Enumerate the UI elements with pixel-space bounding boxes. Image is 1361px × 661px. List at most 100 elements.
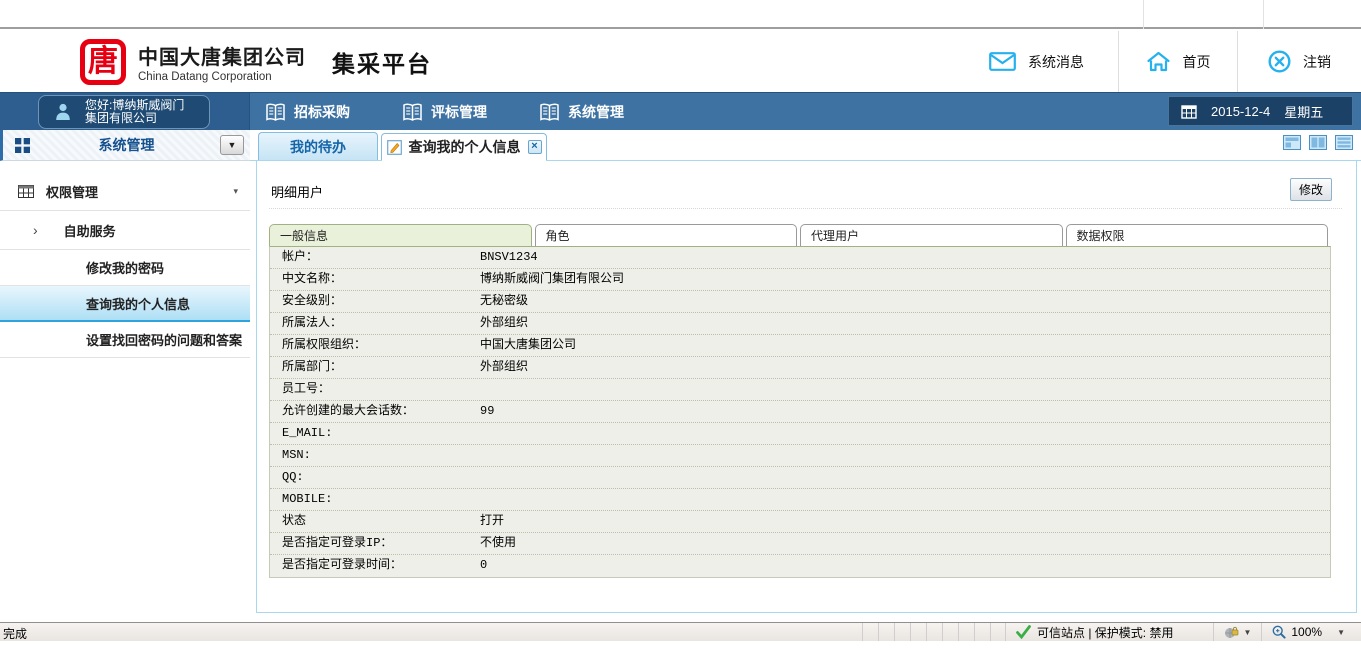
system-messages-link[interactable]: 系统消息 xyxy=(955,31,1118,92)
tab-my-todo[interactable]: 我的待办 xyxy=(258,132,378,160)
company-name-cn: 中国大唐集团公司 xyxy=(138,41,306,70)
form-row-account: 帐户：BNSV1234 xyxy=(270,247,1330,269)
form-row-msn: MSN: xyxy=(270,445,1330,467)
field-label: 帐户： xyxy=(270,247,480,268)
weekday-value: 星期五 xyxy=(1284,102,1323,121)
security-zone-status: 可信站点 | 保护模式: 禁用 xyxy=(1016,624,1173,641)
app-window: 唐 中国大唐集团公司 China Datang Corporation 集采平台… xyxy=(0,0,1361,661)
zoom-level: 100% xyxy=(1291,625,1322,639)
status-right-section: 可信站点 | 保护模式: 禁用 ▼ 100% ▼ xyxy=(862,623,1357,641)
journal-icon xyxy=(539,103,560,122)
field-value: 中国大唐集团公司 xyxy=(480,335,1330,356)
field-value: 外部组织 xyxy=(480,313,1330,334)
brand-text: 中国大唐集团公司 China Datang Corporation xyxy=(138,41,306,83)
field-value xyxy=(480,423,1330,444)
magnifier-icon xyxy=(1272,625,1286,639)
field-value: 0 xyxy=(480,555,1330,577)
form-tab-general-info[interactable]: 一般信息 xyxy=(269,224,532,247)
form-tab-roles[interactable]: 角色 xyxy=(535,224,798,247)
layout-columns-icon[interactable] xyxy=(1309,135,1327,150)
browser-status-bar: 完成 可信站点 | 保护模式: 禁用 ▼ 100% ▼ xyxy=(0,622,1361,641)
sidebar-item-change-password[interactable]: 修改我的密码 xyxy=(0,250,250,286)
tab-my-todo-label: 我的待办 xyxy=(290,137,346,157)
status-cell xyxy=(958,623,974,641)
field-label: 所属部门： xyxy=(270,357,480,378)
logout-link[interactable]: 注销 xyxy=(1237,31,1361,92)
nav-menu-bidding[interactable]: 招标采购 xyxy=(265,102,350,122)
tabs-area: 我的待办 查询我的个人信息 × xyxy=(250,130,1361,161)
tab-row: 系统管理 ▼ 我的待办 查询我的个人信息 × xyxy=(0,130,1361,161)
user-greeting-box[interactable]: 您好:博纳斯威阀门 集团有限公司 xyxy=(38,95,210,129)
layout-rows-icon[interactable] xyxy=(1335,135,1353,150)
field-value xyxy=(480,379,1330,400)
caret-down-icon: ▼ xyxy=(228,140,237,150)
form-row-status: 状态打开 xyxy=(270,511,1330,533)
layout-switcher xyxy=(1283,135,1353,150)
user-icon xyxy=(55,103,71,121)
nav-menu-bidding-label: 招标采购 xyxy=(294,102,350,122)
sidebar-item-password-recovery[interactable]: 设置找回密码的问题和答案 xyxy=(0,322,250,358)
field-value: 99 xyxy=(480,401,1330,422)
sidebar-item-label: 设置找回密码的问题和答案 xyxy=(86,330,242,349)
field-label: 员工号： xyxy=(270,379,480,400)
user-detail-form: 帐户：BNSV1234 中文名称：博纳斯威阀门集团有限公司 安全级别：无秘密级 … xyxy=(269,246,1331,578)
field-label: 中文名称： xyxy=(270,269,480,290)
caret-down-icon: ▼ xyxy=(1243,628,1251,637)
form-row-chinese-name: 中文名称：博纳斯威阀门集团有限公司 xyxy=(270,269,1330,291)
form-tab-data-permissions[interactable]: 数据权限 xyxy=(1066,224,1329,247)
sidebar-item-view-profile[interactable]: 查询我的个人信息 xyxy=(0,286,250,322)
journal-icon xyxy=(402,103,423,122)
chevron-right-icon: › xyxy=(33,222,38,238)
tab-close-button[interactable]: × xyxy=(528,140,542,154)
company-name-en: China Datang Corporation xyxy=(138,71,306,83)
status-cell xyxy=(878,623,894,641)
status-cell xyxy=(990,623,1006,641)
globe-lock-icon xyxy=(1224,626,1239,639)
nav-menus: 招标采购 评标管理 系统管理 xyxy=(265,93,624,131)
form-row-department: 所属部门：外部组织 xyxy=(270,357,1330,379)
nav-menu-evaluation-label: 评标管理 xyxy=(431,102,487,122)
field-value: BNSV1234 xyxy=(480,247,1330,268)
main-navbar: 您好:博纳斯威阀门 集团有限公司 招标采购 评标管理 系统管理 2015-12-… xyxy=(0,92,1361,130)
sidebar-collapse-button[interactable]: ▼ xyxy=(220,135,244,155)
form-row-legal-entity: 所属法人：外部组织 xyxy=(270,313,1330,335)
modify-button[interactable]: 修改 xyxy=(1290,178,1332,201)
home-link[interactable]: 首页 xyxy=(1118,31,1237,92)
sidebar-item-self-service[interactable]: › 自助服务 xyxy=(0,211,250,250)
field-value: 打开 xyxy=(480,511,1330,532)
sidebar-item-permission-mgmt[interactable]: 权限管理 ▾ xyxy=(0,172,250,211)
sidebar-item-label: 查询我的个人信息 xyxy=(86,294,190,313)
field-label: 是否指定可登录时间： xyxy=(270,555,480,577)
security-zone-text: 可信站点 | 保护模式: 禁用 xyxy=(1037,624,1173,641)
form-tab-proxy-users[interactable]: 代理用户 xyxy=(800,224,1063,247)
nav-menu-evaluation[interactable]: 评标管理 xyxy=(402,102,487,122)
zoom-dropdown[interactable]: 100% ▼ xyxy=(1262,625,1357,639)
status-cell xyxy=(910,623,926,641)
tab-my-profile[interactable]: 查询我的个人信息 × xyxy=(381,133,547,161)
field-value: 无秘密级 xyxy=(480,291,1330,312)
field-value xyxy=(480,467,1330,488)
field-label: 允许创建的最大会话数： xyxy=(270,401,480,422)
field-value xyxy=(480,445,1330,466)
field-label: E_MAIL: xyxy=(270,423,480,444)
header-links: 系统消息 首页 注销 xyxy=(955,31,1361,92)
logout-label: 注销 xyxy=(1303,52,1331,72)
system-messages-label: 系统消息 xyxy=(1028,52,1084,72)
sidebar-header[interactable]: 系统管理 ▼ xyxy=(0,130,250,161)
status-done-label: 完成 xyxy=(3,625,27,642)
zone-dropdown[interactable]: ▼ xyxy=(1213,623,1262,641)
sidebar-item-label: 自助服务 xyxy=(64,221,116,240)
status-cell xyxy=(926,623,942,641)
page-header: 唐 中国大唐集团公司 China Datang Corporation 集采平台… xyxy=(0,31,1361,92)
journal-icon xyxy=(265,103,286,122)
grid-icon xyxy=(15,138,30,153)
date-box: 2015-12-4 星期五 xyxy=(1168,96,1353,126)
caret-down-icon: ▼ xyxy=(1337,628,1345,637)
sidebar-item-label: 权限管理 xyxy=(46,182,98,201)
sidebar-header-label: 系统管理 xyxy=(3,135,250,155)
title-separator xyxy=(269,208,1342,209)
nav-menu-system[interactable]: 系统管理 xyxy=(539,102,624,122)
logo-glyph: 唐 xyxy=(88,47,118,77)
layout-mixed-icon[interactable] xyxy=(1283,135,1301,150)
caret-down-icon: ▾ xyxy=(233,186,238,197)
